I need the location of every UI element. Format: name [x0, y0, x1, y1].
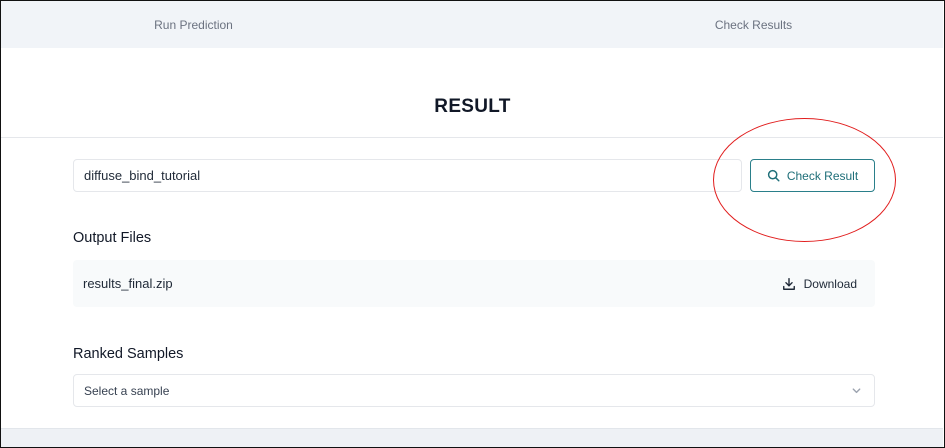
sample-select[interactable]: Select a sample: [73, 374, 875, 407]
file-row: results_final.zip Download: [73, 260, 875, 307]
tab-run-prediction[interactable]: Run Prediction: [1, 1, 386, 48]
tab-bar: Run Prediction Check Results: [1, 1, 943, 48]
job-name-input[interactable]: [73, 159, 742, 192]
bottom-bar: [1, 428, 943, 447]
download-icon: [782, 277, 795, 290]
page-title: RESULT: [434, 96, 511, 117]
check-result-label: Check Result: [786, 168, 859, 183]
header-divider: [1, 137, 943, 138]
ranked-samples-heading: Ranked Samples: [73, 346, 184, 362]
sample-select-placeholder: Select a sample: [84, 383, 170, 398]
output-files-heading: Output Files: [73, 230, 152, 246]
file-name: results_final.zip: [83, 276, 173, 291]
tab-check-results[interactable]: Check Results: [561, 1, 945, 48]
check-result-button[interactable]: Check Result: [750, 159, 875, 192]
download-button[interactable]: Download: [782, 271, 857, 296]
chevron-down-icon: [852, 388, 861, 394]
search-icon: [767, 169, 780, 182]
download-label: Download: [803, 276, 857, 291]
